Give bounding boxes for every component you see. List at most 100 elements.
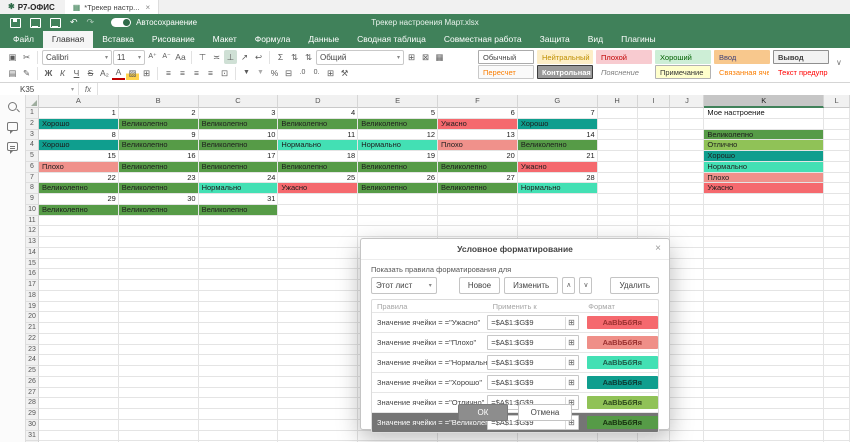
grid-cell[interactable] [824, 248, 850, 259]
grid-cell[interactable] [598, 130, 638, 141]
align-justify-icon[interactable]: ≡ [204, 66, 217, 80]
grid-cell[interactable]: Великолепно [199, 205, 279, 216]
delete-rule-button[interactable]: Удалить [610, 277, 659, 294]
rule-row[interactable]: Значение ячейки = ="Нормально"=$A$1:$G$9… [372, 352, 658, 372]
grid-cell[interactable] [199, 216, 279, 227]
column-header-J[interactable]: J [670, 95, 704, 108]
grid-cell[interactable] [670, 269, 704, 280]
grid-cell[interactable] [824, 119, 850, 130]
grid-cell[interactable] [670, 130, 704, 141]
grid-cell[interactable] [638, 173, 671, 184]
grid-cell[interactable] [824, 388, 850, 399]
grid-cell[interactable] [278, 269, 358, 280]
grid-cell[interactable] [598, 162, 638, 173]
grid-cell[interactable] [670, 398, 704, 409]
chat-icon[interactable] [7, 142, 18, 151]
grid-cell[interactable] [278, 291, 358, 302]
grid-cell[interactable] [638, 119, 671, 130]
grid-cell[interactable] [704, 119, 824, 130]
row-header-27[interactable]: 27 [26, 388, 39, 399]
grid-cell[interactable] [824, 194, 850, 205]
grid-cell[interactable] [824, 431, 850, 442]
grid-cell[interactable]: Плохо [438, 140, 518, 151]
search-icon[interactable] [8, 102, 17, 111]
grid-cell[interactable] [199, 280, 279, 291]
grid-cell[interactable] [199, 409, 279, 420]
grid-cell[interactable]: 2 [119, 108, 199, 119]
grid-cell[interactable] [824, 151, 850, 162]
grid-cell[interactable] [39, 248, 119, 259]
grid-cell[interactable] [199, 366, 279, 377]
grid-cell[interactable] [119, 248, 199, 259]
grid-cell[interactable]: 19 [358, 151, 438, 162]
tools-icon[interactable]: ⚒ [338, 66, 351, 80]
row-header-31[interactable]: 31 [26, 431, 39, 442]
font-color-icon[interactable]: A [112, 67, 125, 80]
grid-cell[interactable] [598, 226, 638, 237]
row-header-7[interactable]: 7 [26, 173, 39, 184]
grid-cell[interactable] [670, 409, 704, 420]
menu-tab-Вставка[interactable]: Вставка [93, 31, 143, 48]
autosum-icon[interactable]: Σ [274, 50, 287, 64]
menu-tab-Файл[interactable]: Файл [4, 31, 43, 48]
grid-cell[interactable] [119, 269, 199, 280]
row-header-11[interactable]: 11 [26, 216, 39, 227]
select-range-icon[interactable]: ⊞ [565, 317, 578, 329]
row-header-26[interactable]: 26 [26, 377, 39, 388]
row-header-1[interactable]: 1 [26, 108, 39, 119]
cell-style-Обычный[interactable]: Обычный [478, 50, 534, 64]
cut-icon[interactable]: ✂ [20, 50, 33, 64]
grid-cell[interactable]: 3 [199, 108, 279, 119]
grid-cell[interactable] [119, 323, 199, 334]
paste-icon[interactable]: ▤ [6, 66, 19, 80]
grid-cell[interactable]: Ужасно [438, 119, 518, 130]
grid-cell[interactable] [39, 355, 119, 366]
grid-cell[interactable] [39, 398, 119, 409]
row-header-21[interactable]: 21 [26, 323, 39, 334]
increase-decimal-icon[interactable]: .0 [296, 66, 309, 80]
grid-cell[interactable] [39, 388, 119, 399]
grid-cell[interactable] [199, 388, 279, 399]
grid-cell[interactable] [704, 398, 824, 409]
format-as-table-icon[interactable]: ⊞ [324, 66, 337, 80]
menu-tab-Главная[interactable]: Главная [43, 31, 93, 48]
menu-tab-Рисование[interactable]: Рисование [143, 31, 204, 48]
grid-cell[interactable] [824, 108, 850, 119]
menu-tab-Плагины[interactable]: Плагины [612, 31, 664, 48]
grid-cell[interactable] [278, 398, 358, 409]
grid-cell[interactable] [278, 226, 358, 237]
grid-cell[interactable] [704, 216, 824, 227]
row-header-18[interactable]: 18 [26, 291, 39, 302]
grid-cell[interactable]: 27 [438, 173, 518, 184]
grid-cell[interactable]: Великолепно [119, 162, 199, 173]
row-header-19[interactable]: 19 [26, 302, 39, 313]
grid-cell[interactable] [824, 302, 850, 313]
select-all-corner[interactable] [26, 95, 39, 108]
column-header-C[interactable]: C [199, 95, 279, 108]
grid-cell[interactable] [278, 237, 358, 248]
grid-cell[interactable] [670, 108, 704, 119]
row-header-22[interactable]: 22 [26, 334, 39, 345]
grid-cell[interactable] [670, 420, 704, 431]
grid-cell[interactable] [39, 312, 119, 323]
italic-icon[interactable]: К [56, 66, 69, 80]
grid-cell[interactable] [119, 312, 199, 323]
sort-ascending-icon[interactable]: ⇅ [288, 50, 301, 64]
grid-cell[interactable] [119, 366, 199, 377]
grid-cell[interactable] [438, 226, 518, 237]
grid-cell[interactable]: 11 [278, 130, 358, 141]
grid-cell[interactable]: 28 [518, 173, 598, 184]
select-range-icon[interactable]: ⊞ [565, 377, 578, 389]
select-range-icon[interactable]: ⊞ [565, 357, 578, 369]
cell-style-Вывод[interactable]: Вывод [773, 50, 829, 64]
increase-font-icon[interactable]: A⁺ [146, 50, 159, 64]
grid-cell[interactable] [278, 312, 358, 323]
grid-cell[interactable]: Хорошо [518, 119, 598, 130]
grid-cell[interactable]: Великолепно [199, 140, 279, 151]
grid-cell[interactable] [39, 269, 119, 280]
grid-cell[interactable] [670, 226, 704, 237]
grid-cell[interactable] [670, 366, 704, 377]
cell-style-Связанная ячей[interactable]: Связанная ячей [714, 65, 770, 79]
quick-print-icon[interactable] [50, 18, 61, 28]
grid-cell[interactable]: Великолепно [278, 119, 358, 130]
